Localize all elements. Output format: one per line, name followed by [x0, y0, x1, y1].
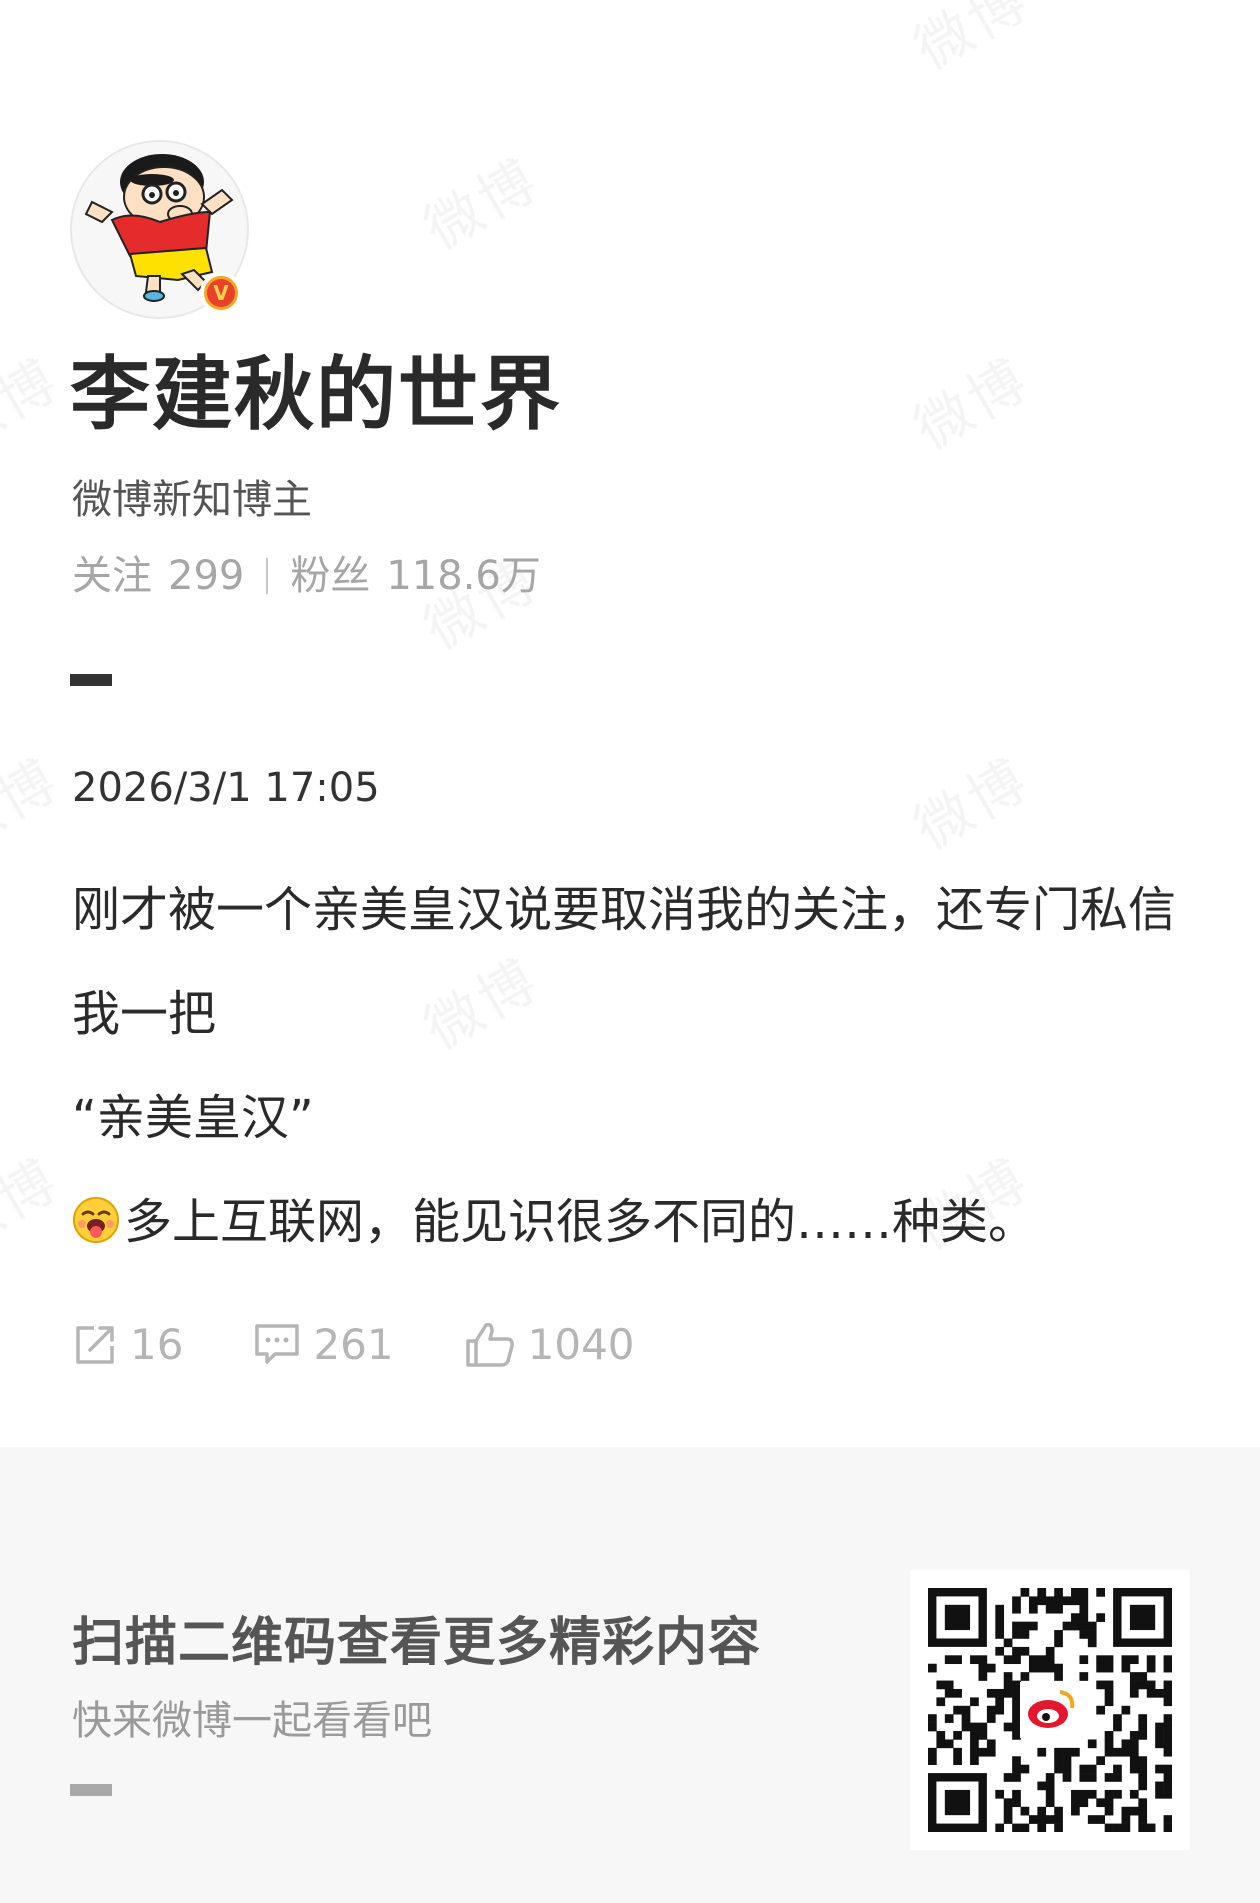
- thumbs-up-icon: [465, 1322, 514, 1367]
- comment-button[interactable]: 261: [253, 1320, 394, 1369]
- share-icon: [76, 1325, 114, 1364]
- post-text-line3: 多上互联网，能见识很多不同的……种类。: [124, 1194, 1037, 1250]
- following-label[interactable]: 关注: [72, 548, 152, 604]
- watermark: 微博: [898, 0, 1042, 86]
- profile-name[interactable]: 李建秋的世界: [70, 340, 562, 450]
- post-text-line: 多上互联网，能见识很多不同的……种类。: [72, 1170, 1202, 1274]
- post-body: 刚才被一个亲美皇汉说要取消我的关注，还专门私信我一把 “亲美皇汉” 多上互联网，…: [72, 858, 1202, 1274]
- stats-divider: [266, 558, 269, 594]
- watermark: 微博: [0, 1135, 72, 1265]
- footer-title: 扫描二维码查看更多精彩内容: [72, 1613, 762, 1673]
- comment-icon: [255, 1323, 300, 1364]
- footer-promo: 扫描二维码查看更多精彩内容 快来微博一起看看吧: [0, 1447, 1260, 1903]
- profile-title: 微博新知博主: [72, 477, 312, 523]
- followers-count[interactable]: 118.6万: [386, 548, 541, 604]
- profile-stats: 关注 299 粉丝 118.6万: [72, 548, 541, 604]
- like-count: 1040: [527, 1320, 635, 1369]
- footer-subtitle: 快来微博一起看看吧: [72, 1698, 432, 1744]
- comment-count: 261: [313, 1320, 394, 1369]
- post-text-line: 刚才被一个亲美皇汉说要取消我的关注，还专门私信我一把: [72, 882, 1177, 1042]
- post-timestamp: 2026/3/1 17:05: [72, 765, 380, 811]
- verified-badge-icon: V: [200, 272, 242, 314]
- following-count[interactable]: 299: [168, 548, 244, 604]
- watermark: 微博: [0, 735, 72, 865]
- watermark: 微博: [898, 335, 1042, 465]
- repost-count: 16: [130, 1320, 184, 1369]
- footer-divider: [70, 1784, 112, 1796]
- like-button[interactable]: 1040: [464, 1320, 635, 1369]
- qr-code-icon: [928, 1588, 1172, 1832]
- watermark: 微博: [0, 335, 72, 465]
- qr-code[interactable]: [910, 1570, 1190, 1850]
- laughing-tongue-emoji-icon: [73, 1197, 119, 1243]
- post-text-line: “亲美皇汉”: [72, 1090, 314, 1146]
- watermark: 微博: [898, 735, 1042, 865]
- followers-label[interactable]: 粉丝: [290, 548, 370, 604]
- post-actions: 16 261 1040: [72, 1320, 705, 1369]
- repost-button[interactable]: 16: [72, 1320, 183, 1369]
- verified-mark: V: [207, 279, 235, 307]
- section-divider: [70, 674, 112, 686]
- watermark: 微博: [408, 135, 552, 265]
